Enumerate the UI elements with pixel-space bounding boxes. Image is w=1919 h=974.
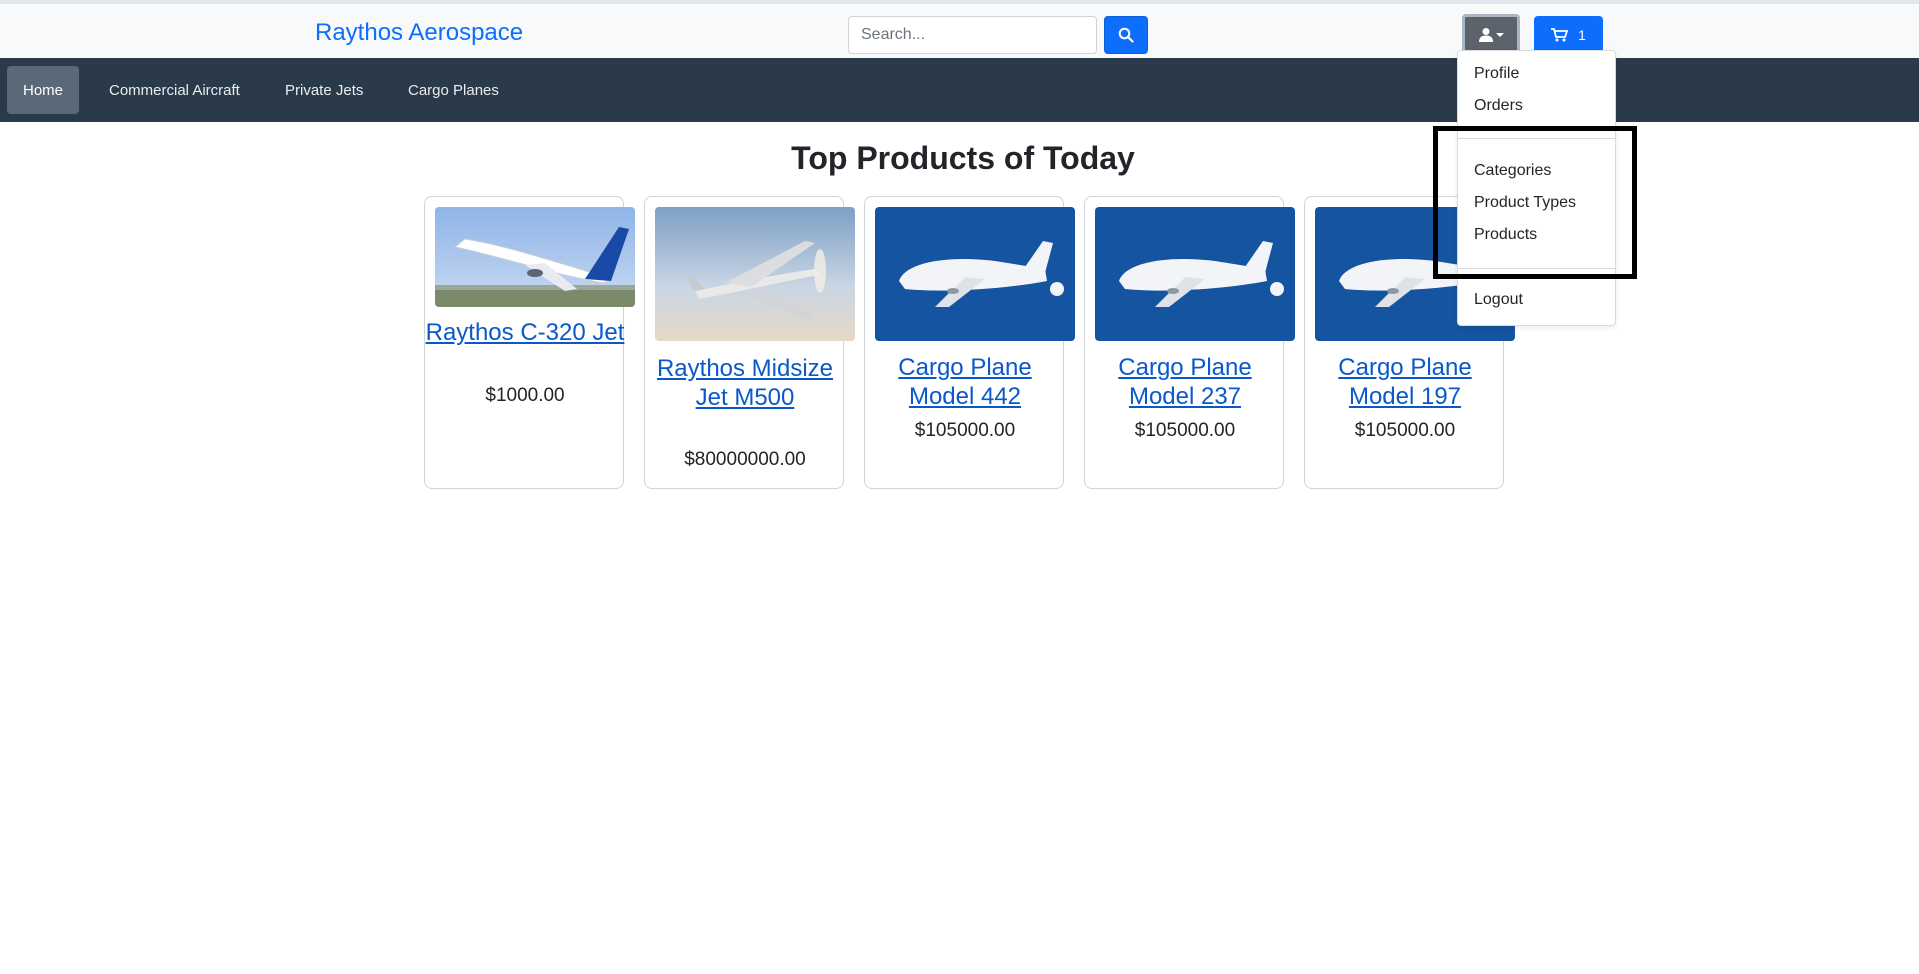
- product-title-link[interactable]: Cargo Plane Model 197: [1305, 353, 1505, 411]
- product-title-link[interactable]: Cargo Plane Model 442: [865, 353, 1065, 411]
- nav-item-private-jets[interactable]: Private Jets: [269, 66, 379, 114]
- product-card: Raythos C-320 Jet $1000.00: [424, 196, 635, 489]
- menu-item-profile[interactable]: Profile: [1474, 65, 1519, 83]
- product-image[interactable]: [435, 207, 635, 307]
- search-input[interactable]: [848, 16, 1097, 54]
- top-header: Raythos Aerospace 1: [0, 0, 1919, 58]
- product-image[interactable]: [1095, 207, 1295, 341]
- menu-item-orders[interactable]: Orders: [1474, 97, 1523, 115]
- menu-item-logout[interactable]: Logout: [1474, 291, 1523, 309]
- product-price: $105000.00: [1134, 420, 1236, 441]
- product-price: $105000.00: [1354, 420, 1456, 441]
- product-price: $80000000.00: [684, 449, 806, 470]
- main-navbar: Home Commercial Aircraft Private Jets Ca…: [0, 58, 1919, 122]
- product-price: $1000.00: [485, 385, 565, 406]
- user-menu-button[interactable]: [1462, 14, 1520, 55]
- brand-logo-link[interactable]: Raythos Aerospace: [315, 19, 523, 47]
- caret-down-icon: [1496, 32, 1504, 37]
- cart-count-badge: 1: [1578, 27, 1586, 43]
- product-title-link[interactable]: Cargo Plane Model 237: [1085, 353, 1285, 411]
- product-card: Cargo Plane Model 237 $105000.00: [1084, 196, 1295, 489]
- product-price: $105000.00: [914, 420, 1016, 441]
- cart-button[interactable]: 1: [1534, 16, 1603, 54]
- nav-item-home[interactable]: Home: [7, 66, 80, 114]
- cart-icon: [1551, 28, 1569, 42]
- search-icon: [1118, 27, 1134, 43]
- highlight-box: [1433, 126, 1637, 279]
- user-icon: [1479, 27, 1493, 42]
- search-button[interactable]: [1104, 16, 1148, 54]
- product-card: Raythos Midsize Jet M500 $80000000.00: [644, 196, 855, 489]
- product-title-link[interactable]: Raythos C-320 Jet: [425, 318, 625, 347]
- product-image[interactable]: [655, 207, 855, 341]
- product-image[interactable]: [875, 207, 1075, 341]
- nav-item-cargo-planes[interactable]: Cargo Planes: [392, 66, 515, 114]
- product-card: Cargo Plane Model 442 $105000.00: [864, 196, 1075, 489]
- nav-item-commercial-aircraft[interactable]: Commercial Aircraft: [93, 66, 256, 114]
- product-title-link[interactable]: Raythos Midsize Jet M500: [645, 354, 845, 412]
